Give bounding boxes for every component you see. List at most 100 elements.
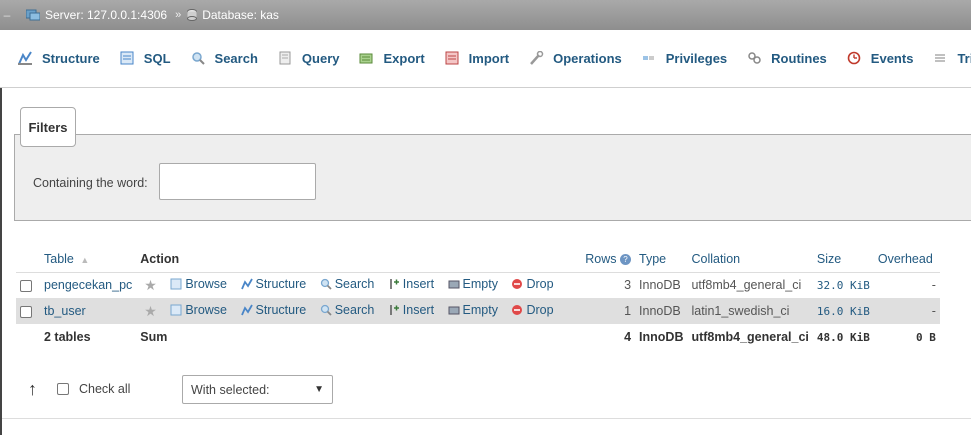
browse-action[interactable]: Browse bbox=[170, 303, 227, 317]
drop-icon bbox=[512, 304, 523, 315]
col-collation[interactable]: Collation bbox=[687, 246, 813, 272]
search-icon bbox=[320, 304, 332, 316]
wrench-icon bbox=[530, 51, 544, 65]
rows-count: 3 bbox=[581, 271, 636, 298]
search-action[interactable]: Search bbox=[320, 276, 375, 291]
triggers-icon bbox=[935, 54, 946, 62]
collapse-icon[interactable]: – bbox=[0, 0, 14, 30]
structure-action[interactable]: Structure bbox=[240, 276, 307, 291]
tab-search[interactable]: Search bbox=[181, 47, 268, 69]
engine-type: InnoDB bbox=[635, 271, 688, 298]
drop-label: Drop bbox=[526, 302, 554, 317]
search-label: Search bbox=[334, 276, 375, 291]
tab-operations[interactable]: Operations bbox=[519, 47, 632, 69]
tab-sql-label: SQL bbox=[143, 50, 171, 66]
col-table[interactable]: Table ▲ bbox=[40, 246, 137, 272]
engine-type: InnoDB bbox=[635, 298, 688, 324]
with-selected-dropdown[interactable]: With selected: ▼ bbox=[182, 375, 333, 404]
tab-import[interactable]: Import bbox=[435, 47, 519, 69]
tab-export-label: Export bbox=[383, 50, 425, 66]
collation-total: utf8mb4_general_ci bbox=[691, 330, 809, 344]
empty-label: Empty bbox=[462, 302, 498, 317]
breadcrumb-server[interactable]: Server: 127.0.0.1:4306 bbox=[26, 8, 167, 22]
tab-bar: Structure SQL Search Query Export Import… bbox=[0, 30, 971, 88]
drop-label: Drop bbox=[526, 276, 554, 291]
privileges-icon bbox=[642, 56, 654, 60]
insert-label: Insert bbox=[402, 302, 435, 317]
left-rail bbox=[0, 88, 2, 435]
empty-label: Empty bbox=[462, 276, 498, 291]
col-type[interactable]: Type bbox=[635, 246, 688, 272]
tab-query[interactable]: Query bbox=[268, 47, 350, 69]
structure-icon bbox=[18, 51, 32, 65]
table-header-row: Table ▲ Action Rows ? Type Collation Siz… bbox=[16, 246, 940, 272]
browse-label: Browse bbox=[185, 302, 228, 317]
insert-action[interactable]: Insert bbox=[388, 303, 434, 317]
bulk-actions-bar: ↑ Check all bbox=[28, 380, 130, 398]
row-actions: ★ Browse Structure Search Insert Empty D… bbox=[136, 271, 582, 298]
check-all[interactable]: Check all bbox=[57, 382, 130, 396]
search-action[interactable]: Search bbox=[320, 302, 375, 317]
with-selected-label: With selected: bbox=[191, 382, 270, 397]
row-actions: ★ Browse Structure Search Insert Empty D… bbox=[136, 298, 582, 324]
tab-events[interactable]: Events bbox=[837, 47, 924, 69]
sum-label: Sum bbox=[140, 330, 168, 344]
tab-privileges[interactable]: Privileges bbox=[632, 47, 737, 69]
table-row: pengecekan_pc ★ Browse Structure Search … bbox=[16, 271, 940, 298]
overhead-total: 0 B bbox=[916, 330, 936, 344]
search-label: Search bbox=[334, 302, 375, 317]
tab-structure-label: Structure bbox=[42, 50, 100, 66]
divider bbox=[0, 418, 971, 419]
collation-value: utf8mb4_general_ci bbox=[687, 271, 813, 298]
empty-action[interactable]: Empty bbox=[448, 303, 498, 317]
tab-structure[interactable]: Structure bbox=[8, 47, 110, 69]
col-rows[interactable]: Rows ? bbox=[581, 246, 636, 272]
col-overhead[interactable]: Overhead bbox=[873, 246, 940, 272]
tab-routines[interactable]: Routines bbox=[737, 47, 837, 69]
filter-label: Containing the word: bbox=[33, 176, 148, 190]
table-name-link[interactable]: pengecekan_pc bbox=[40, 271, 137, 298]
empty-action[interactable]: Empty bbox=[448, 277, 498, 291]
check-all-checkbox[interactable] bbox=[57, 383, 69, 395]
tab-routines-label: Routines bbox=[771, 50, 827, 66]
drop-action[interactable]: Drop bbox=[511, 276, 554, 291]
browse-icon bbox=[170, 304, 182, 315]
favorite-star-icon[interactable]: ★ bbox=[144, 303, 157, 319]
rows-count: 1 bbox=[581, 298, 636, 324]
overhead-value: - bbox=[873, 271, 940, 298]
browse-action[interactable]: Browse bbox=[170, 277, 227, 291]
filters-legend: Filters bbox=[20, 107, 76, 147]
row-checkbox[interactable] bbox=[20, 279, 32, 292]
structure-action[interactable]: Structure bbox=[240, 303, 306, 317]
export-icon bbox=[359, 53, 373, 64]
drop-icon bbox=[512, 278, 523, 289]
breadcrumb: – Server: 127.0.0.1:4306 » Database: kas bbox=[0, 0, 971, 30]
row-checkbox[interactable] bbox=[20, 305, 32, 318]
col-action: Action bbox=[136, 246, 582, 272]
routines-icon bbox=[748, 52, 761, 64]
tab-triggers[interactable]: Trigg bbox=[923, 47, 971, 69]
sql-icon bbox=[120, 51, 134, 65]
tab-events-label: Events bbox=[870, 50, 914, 66]
breadcrumb-database[interactable]: Database: kas bbox=[187, 8, 279, 22]
structure-label: Structure bbox=[255, 276, 307, 291]
filter-input[interactable] bbox=[159, 163, 316, 200]
tables-list: Table ▲ Action Rows ? Type Collation Siz… bbox=[16, 246, 940, 350]
import-icon bbox=[445, 51, 459, 65]
tab-export[interactable]: Export bbox=[349, 47, 434, 69]
breadcrumb-server-label: Server: 127.0.0.1:4306 bbox=[45, 8, 168, 22]
tables-total: 2 tables bbox=[44, 330, 91, 344]
table-name-link[interactable]: tb_user bbox=[40, 298, 137, 324]
help-icon[interactable]: ? bbox=[620, 253, 632, 265]
favorite-star-icon[interactable]: ★ bbox=[144, 277, 157, 293]
tab-sql[interactable]: SQL bbox=[110, 47, 181, 69]
size-link[interactable]: 32.0 KiB bbox=[812, 271, 874, 298]
insert-action[interactable]: Insert bbox=[388, 277, 434, 291]
collation-value: latin1_swedish_ci bbox=[687, 298, 813, 324]
database-icon bbox=[187, 9, 198, 21]
col-size[interactable]: Size bbox=[812, 246, 874, 272]
structure-icon bbox=[240, 278, 253, 290]
size-total: 48.0 KiB bbox=[816, 330, 870, 344]
size-link[interactable]: 16.0 KiB bbox=[812, 298, 874, 324]
drop-action[interactable]: Drop bbox=[511, 302, 554, 317]
